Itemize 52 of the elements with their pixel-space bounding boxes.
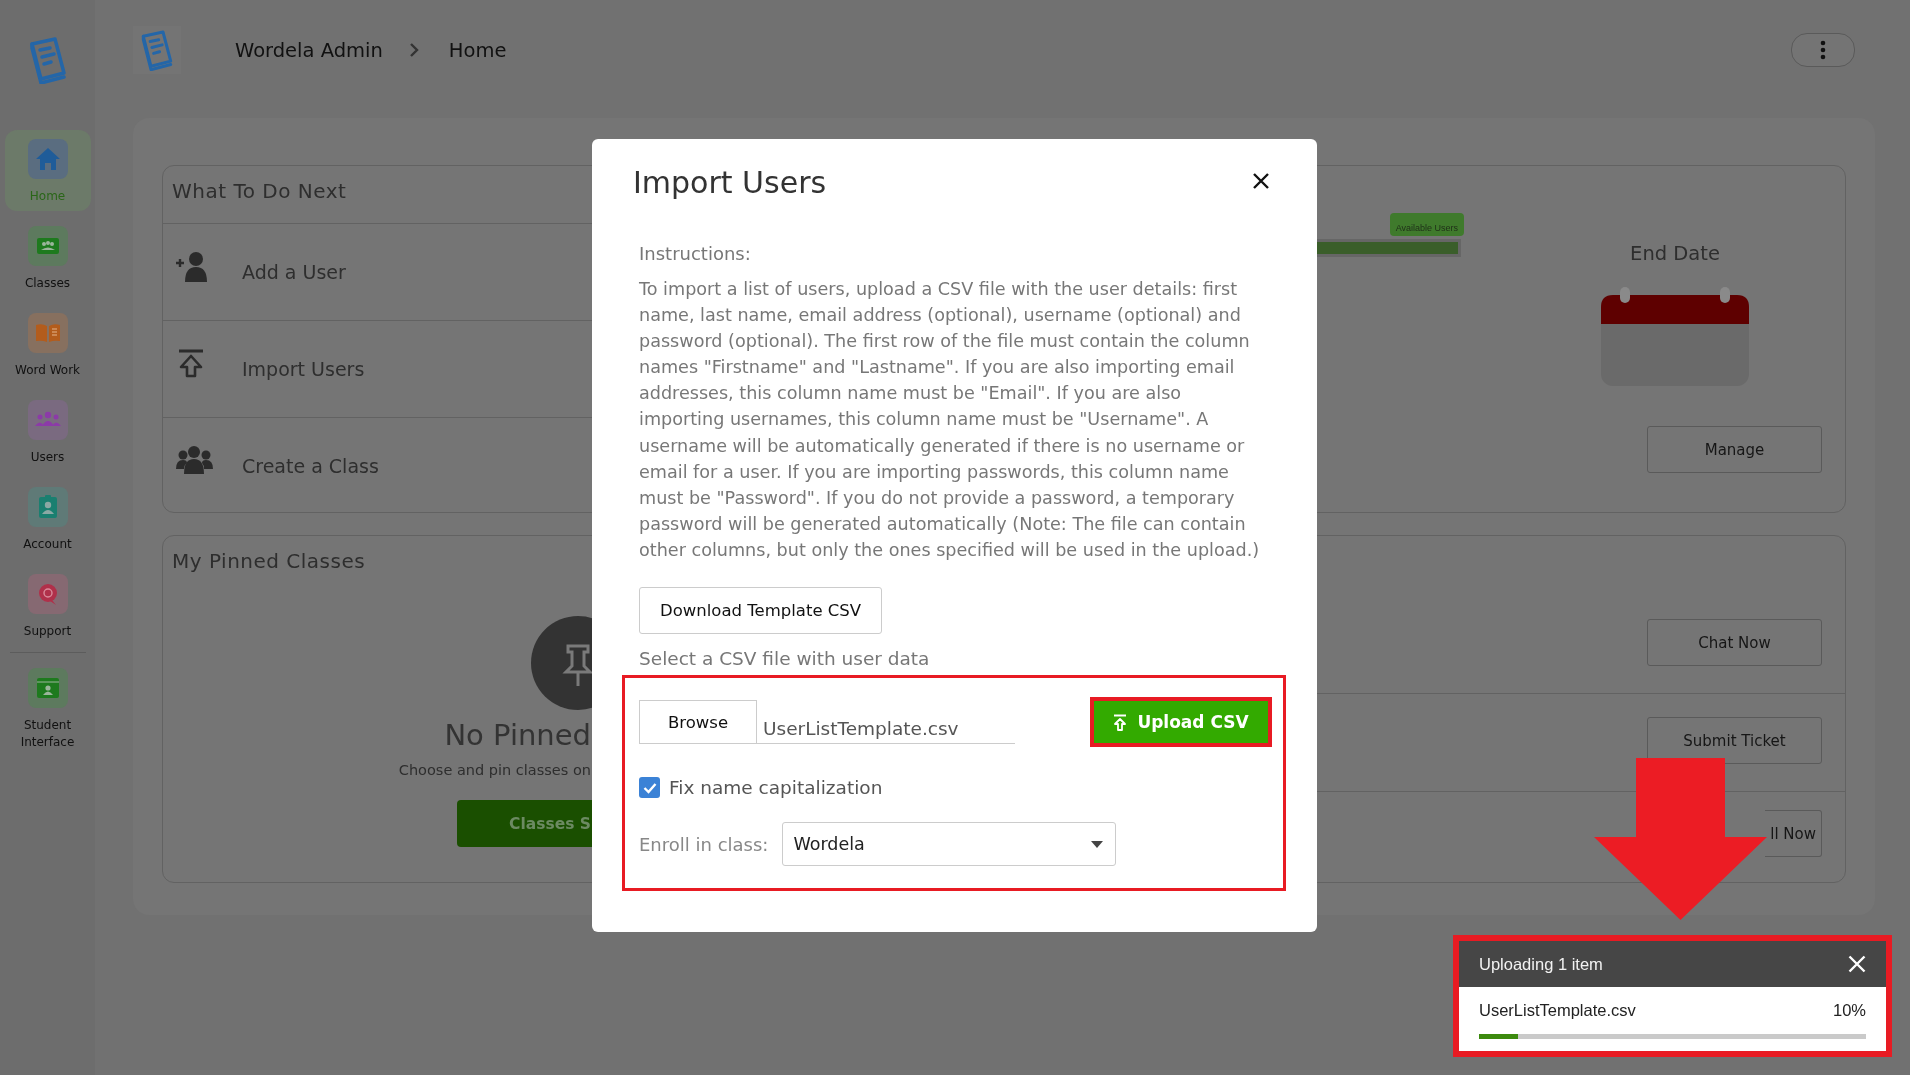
breadcrumb-item[interactable]: Wordela Admin bbox=[235, 38, 383, 62]
nav-item[interactable]: Account bbox=[4, 478, 91, 559]
card-title: What To Do Next bbox=[172, 179, 347, 205]
nav-item[interactable]: Users bbox=[4, 391, 91, 472]
chat-bubble-icon bbox=[27, 574, 68, 614]
upload-button[interactable]: Upload CSV bbox=[1094, 701, 1268, 744]
checkbox-label: Fix name capitalization bbox=[669, 777, 883, 799]
file-name: UserListTemplate.csv bbox=[1479, 1001, 1636, 1020]
file-label: Select a CSV file with user data bbox=[639, 648, 930, 670]
more-button[interactable] bbox=[1791, 33, 1855, 67]
toast-title: Uploading 1 item bbox=[1479, 954, 1603, 974]
nav-item[interactable]: Word Work bbox=[4, 304, 91, 385]
checkbox[interactable] bbox=[639, 777, 660, 799]
browse-button[interactable]: Browse bbox=[639, 700, 757, 745]
id-badge-icon bbox=[27, 487, 68, 527]
chevron-right-icon bbox=[408, 42, 419, 58]
nav-item[interactable]: Student Interface bbox=[4, 659, 91, 757]
users-icon bbox=[27, 400, 68, 440]
add-user-icon bbox=[175, 249, 208, 283]
home-icon bbox=[27, 139, 68, 179]
caret-icon bbox=[1091, 840, 1104, 848]
support-button[interactable]: Chat Now bbox=[1647, 619, 1822, 666]
nav-item[interactable]: Classes bbox=[4, 217, 91, 298]
chart-tooltip: Available Users bbox=[1389, 213, 1464, 236]
end-date-label: End Date bbox=[1630, 242, 1720, 265]
empty-state-title: No Pinned bbox=[444, 718, 591, 752]
group-icon bbox=[175, 445, 214, 475]
enroll-label: Enroll in class: bbox=[639, 833, 769, 855]
file-name-field[interactable]: UserListTemplate.csv bbox=[757, 700, 1015, 745]
class-select[interactable]: Wordela bbox=[782, 822, 1117, 867]
upload-icon bbox=[1113, 713, 1128, 731]
classroom-icon bbox=[27, 226, 68, 266]
book-icon bbox=[27, 313, 68, 353]
support-button[interactable]: Submit Ticket bbox=[1647, 717, 1822, 764]
logo-icon bbox=[139, 29, 175, 71]
instructions-label: Instructions: bbox=[639, 243, 751, 264]
card-title: My Pinned Classes bbox=[172, 549, 366, 575]
browser-user-icon bbox=[27, 668, 68, 708]
download-button[interactable]: Download Template CSV bbox=[639, 587, 883, 635]
close-button[interactable] bbox=[1848, 955, 1866, 973]
empty-state-text: Choose and pin classes on bbox=[398, 762, 591, 778]
calendar-icon bbox=[1600, 287, 1750, 387]
classes-button[interactable]: Classes S bbox=[457, 800, 593, 847]
checkmark-icon bbox=[642, 781, 657, 794]
dialog-title: Import Users bbox=[633, 164, 827, 200]
kebab-icon bbox=[1820, 40, 1826, 60]
manage-button[interactable]: Manage bbox=[1647, 426, 1822, 473]
support-button[interactable]: ll Now bbox=[1765, 810, 1822, 857]
nav-item[interactable]: Support bbox=[4, 565, 91, 646]
breadcrumb-item[interactable]: Home bbox=[448, 38, 507, 62]
progress-percent: 10% bbox=[1832, 1001, 1866, 1020]
pin-icon bbox=[531, 616, 593, 710]
